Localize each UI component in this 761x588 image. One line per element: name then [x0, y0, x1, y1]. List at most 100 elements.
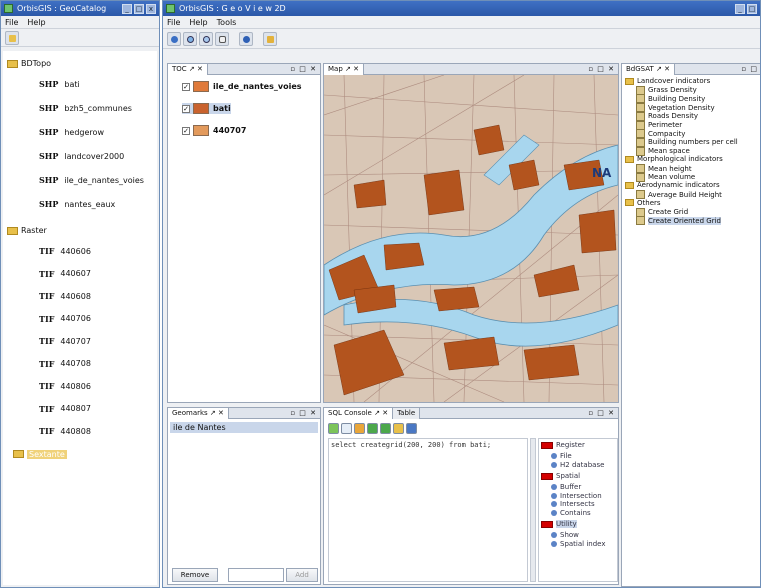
panel-controls[interactable]: ▫ □ ✕	[290, 409, 320, 417]
geomark-name-input[interactable]	[228, 568, 284, 582]
function-group[interactable]: Register	[541, 441, 585, 449]
catalog-item[interactable]: SHP bati	[39, 79, 80, 89]
zoom-out-icon[interactable]	[199, 31, 213, 46]
catalog-item[interactable]: SHP nantes_eaux	[39, 199, 115, 209]
zoom-in-icon[interactable]	[183, 31, 197, 46]
execute-icon[interactable]	[328, 423, 339, 434]
folder-icon	[7, 226, 18, 235]
map-canvas[interactable]: NA	[324, 75, 618, 402]
catalog-group[interactable]: BDTopo	[7, 59, 51, 68]
panel-controls[interactable]: ▫ □	[741, 65, 760, 73]
remove-button[interactable]: Remove	[172, 568, 218, 582]
catalog-item[interactable]: TIF 440706	[39, 314, 91, 324]
menu-file[interactable]: File	[167, 18, 180, 27]
open-icon[interactable]	[393, 423, 404, 434]
menu-tools[interactable]: Tools	[217, 18, 237, 27]
function-item[interactable]: Spatial index	[551, 540, 605, 548]
panel-controls[interactable]: ▫ □ ✕	[588, 409, 618, 417]
toc-layer[interactable]: ✓ 440707	[182, 125, 246, 136]
function-item[interactable]: Contains	[551, 509, 591, 517]
bdgsat-group[interactable]: Landcover indicators	[625, 77, 710, 85]
geomark-item[interactable]: ile de Nantes	[170, 422, 318, 433]
close-icon[interactable]: x	[146, 3, 156, 14]
bdgsat-item[interactable]: Mean height	[636, 164, 692, 173]
menu-help[interactable]: Help	[27, 18, 45, 27]
catalog-item[interactable]: TIF 440608	[39, 291, 91, 301]
clear-icon[interactable]	[341, 423, 352, 434]
layer-visibility-checkbox[interactable]: ✓	[182, 82, 190, 91]
function-item[interactable]: Intersects	[551, 500, 595, 508]
bdgsat-item[interactable]: Perimeter	[636, 120, 682, 130]
pan-icon[interactable]	[215, 31, 229, 46]
info-icon[interactable]	[239, 31, 253, 46]
function-item[interactable]: Show	[551, 531, 579, 539]
function-item[interactable]: File	[551, 452, 572, 460]
full-extent-icon[interactable]	[167, 31, 181, 46]
save-icon[interactable]	[406, 423, 417, 434]
layer-visibility-checkbox[interactable]: ✓	[182, 104, 190, 113]
layer-visibility-checkbox[interactable]: ✓	[182, 126, 190, 135]
function-item[interactable]: Buffer	[551, 483, 581, 491]
bdgsat-group[interactable]: Morphological indicators	[625, 155, 723, 163]
minimize-icon[interactable]: _	[122, 3, 132, 14]
previous-icon[interactable]	[367, 423, 378, 434]
menu-help[interactable]: Help	[189, 18, 207, 27]
toc-layer[interactable]: ✓ ile_de_nantes_voies	[182, 81, 302, 92]
tab-toc[interactable]: TOC ↗ ✕	[168, 64, 208, 75]
catalog-item[interactable]: TIF 440807	[39, 404, 91, 414]
sql-scrollbar[interactable]	[530, 438, 536, 582]
catalog-item[interactable]: SHP hedgerow	[39, 127, 104, 137]
bdgsat-item[interactable]: Roads Density	[636, 111, 698, 121]
catalog-group[interactable]: Raster	[7, 226, 47, 235]
bdgsat-item[interactable]: Grass Density	[636, 85, 697, 95]
bdgsat-item[interactable]: Building numbers per cell	[636, 137, 738, 147]
stop-icon[interactable]	[354, 423, 365, 434]
maximize-icon[interactable]: □	[747, 3, 757, 14]
bdgsat-item[interactable]: Average Build Height	[636, 190, 722, 200]
geoview-titlebar[interactable]: OrbisGIS : G e o V i e w 2D _ □	[163, 1, 760, 16]
catalog-item[interactable]: SHP ile_de_nantes_voies	[39, 175, 144, 185]
menu-file[interactable]: File	[5, 18, 18, 27]
toc-layer[interactable]: ✓ bati	[182, 103, 231, 114]
tab-map[interactable]: Map ↗ ✕	[324, 64, 364, 75]
tab-sql-console[interactable]: SQL Console ↗ ✕	[324, 408, 394, 419]
maximize-icon[interactable]: □	[134, 3, 144, 14]
bdgsat-item[interactable]: Create Oriented Grid	[636, 216, 721, 226]
bdgsat-item[interactable]: Building Density	[636, 94, 705, 104]
minimize-icon[interactable]: _	[735, 3, 745, 14]
new-folder-button[interactable]	[5, 30, 19, 45]
geocatalog-titlebar[interactable]: OrbisGIS : GeoCatalog _ □ x	[1, 1, 159, 16]
bdgsat-item[interactable]: Create Grid	[636, 207, 688, 217]
bdgsat-item[interactable]: Compacity	[636, 129, 685, 139]
tab-bdgsat[interactable]: BdGSAT ↗ ✕	[622, 64, 675, 75]
next-icon[interactable]	[380, 423, 391, 434]
catalog-item[interactable]: TIF 440606	[39, 246, 91, 256]
bdgsat-group[interactable]: Aerodynamic indicators	[625, 181, 720, 189]
catalog-item[interactable]: TIF 440607	[39, 269, 91, 279]
catalog-item[interactable]: TIF 440808	[39, 426, 91, 436]
function-item[interactable]: H2 database	[551, 461, 604, 469]
catalog-extra[interactable]: Sextante	[13, 449, 67, 459]
bdgsat-group[interactable]: Others	[625, 199, 661, 207]
catalog-item[interactable]: TIF 440707	[39, 336, 91, 346]
function-group[interactable]: Spatial	[541, 472, 580, 480]
catalog-item[interactable]: TIF 440806	[39, 381, 91, 391]
catalog-item-label: nantes_eaux	[64, 199, 116, 209]
bdgsat-item[interactable]: Mean volume	[636, 172, 695, 182]
catalog-item[interactable]: SHP landcover2000	[39, 151, 124, 161]
function-group[interactable]: Utility	[541, 520, 577, 528]
add-button[interactable]: Add	[286, 568, 318, 582]
geocatalog-title: OrbisGIS : GeoCatalog	[17, 4, 107, 13]
sql-editor[interactable]: select creategrid(200, 200) from bati;	[328, 438, 528, 582]
tab-table[interactable]: Table	[393, 408, 421, 419]
edit-icon[interactable]	[263, 31, 277, 46]
function-item-label: Show	[560, 531, 579, 539]
bdgsat-item[interactable]: Vegetation Density	[636, 103, 715, 113]
tab-geomarks[interactable]: Geomarks ↗ ✕	[168, 408, 229, 419]
function-item[interactable]: Intersection	[551, 492, 602, 500]
bdgsat-item[interactable]: Mean space	[636, 146, 690, 156]
panel-controls[interactable]: ▫ □ ✕	[588, 65, 618, 73]
catalog-item[interactable]: SHP bzh5_communes	[39, 103, 132, 113]
catalog-item[interactable]: TIF 440708	[39, 359, 91, 369]
panel-controls[interactable]: ▫ □ ✕	[290, 65, 320, 73]
